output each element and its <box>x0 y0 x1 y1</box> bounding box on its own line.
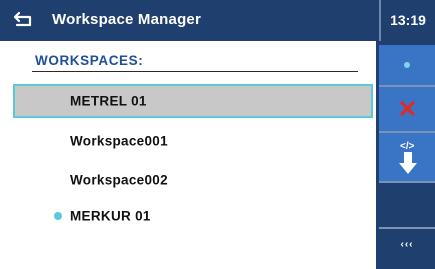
workspace-item-metrel-01[interactable]: METREL 01 <box>13 84 373 118</box>
delete-workspace-button[interactable] <box>379 87 435 131</box>
section-divider <box>32 71 358 72</box>
import-export-button[interactable]: </> <box>379 133 435 181</box>
empty-toolbar-slot <box>379 183 435 227</box>
workspace-item-workspace001[interactable]: Workspace001 <box>13 124 373 158</box>
clock: 13:19 <box>379 0 435 41</box>
more-options-button[interactable]: ‹‹‹ <box>379 229 435 269</box>
delete-icon <box>400 101 415 116</box>
dot-icon <box>404 62 410 68</box>
workspace-item-merkur-01[interactable]: MERKUR 01 <box>13 199 373 233</box>
active-workspace-dot-icon <box>54 212 62 220</box>
page-title: Workspace Manager <box>52 11 202 28</box>
workspace-item-workspace002[interactable]: Workspace002 <box>13 163 373 197</box>
section-title: WORKSPACES: <box>35 53 144 68</box>
header-bar: Workspace Manager 13:19 <box>0 0 435 41</box>
workspace-label: METREL 01 <box>70 93 147 109</box>
side-toolbar: </> ‹‹‹ <box>376 41 435 269</box>
workspace-label: MERKUR 01 <box>70 208 151 224</box>
more-icon: ‹‹‹ <box>400 239 414 250</box>
workspace-label: Workspace001 <box>70 133 168 149</box>
open-workspace-button[interactable] <box>379 45 435 85</box>
svg-text:</>: </> <box>400 141 415 152</box>
back-icon[interactable] <box>13 9 35 29</box>
import-export-icon: </> <box>399 141 417 174</box>
workspace-label: Workspace002 <box>70 172 168 188</box>
clock-time: 13:19 <box>390 12 426 28</box>
